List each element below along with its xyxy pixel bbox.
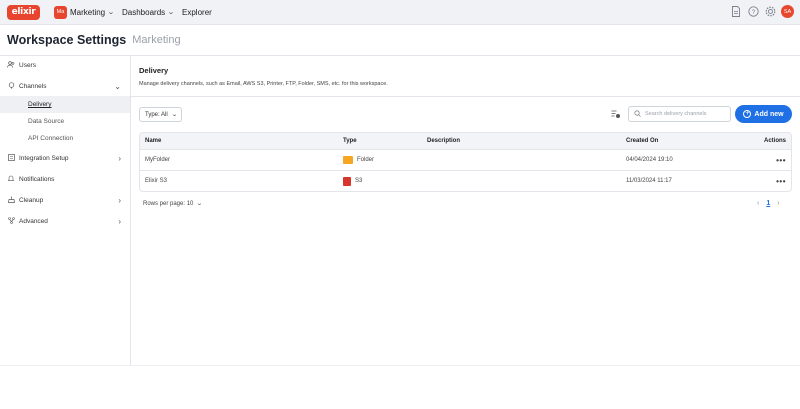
cell-type: Folder xyxy=(343,156,374,164)
advanced-icon xyxy=(6,216,16,226)
chevron-down-icon: ⌄ xyxy=(171,112,178,118)
sidebar-subitem-data-source[interactable]: Data Source xyxy=(0,113,130,130)
cell-type-label: Folder xyxy=(357,157,375,163)
chevron-down-icon: ⌄ xyxy=(167,9,175,16)
row-actions-menu[interactable]: ••• xyxy=(776,156,786,165)
settings-sidebar: Users Channels ⌄ Delivery Data Source AP… xyxy=(0,56,131,365)
broom-icon xyxy=(6,196,16,205)
help-icon[interactable]: ? xyxy=(747,6,759,18)
sidebar-item-integration-setup[interactable]: Integration Setup › xyxy=(0,149,130,167)
main-content: Delivery Manage delivery channels, such … xyxy=(131,56,800,365)
cell-created-on: 11/03/2024 11:17 xyxy=(626,178,672,184)
add-new-button[interactable]: + Add new xyxy=(735,105,792,123)
delivery-channels-table: Name Type Description Created On Actions… xyxy=(139,132,792,192)
next-page-icon[interactable]: › xyxy=(777,200,779,207)
chevron-down-icon: ⌄ xyxy=(107,9,115,16)
cell-name: Elixir S3 xyxy=(145,178,168,184)
top-icons: ? SA xyxy=(730,5,794,18)
rows-per-page-label: Rows per page: 10 xyxy=(143,200,194,207)
column-header-name[interactable]: Name xyxy=(145,138,161,144)
table-header: Name Type Description Created On Actions xyxy=(140,133,791,149)
sidebar-item-users[interactable]: Users xyxy=(0,56,130,74)
settings-icon[interactable] xyxy=(764,6,776,18)
sidebar-item-label: Cleanup xyxy=(19,196,44,204)
svg-text:?: ? xyxy=(751,9,755,16)
users-icon xyxy=(6,60,16,70)
dashboards-menu[interactable]: Dashboards ⌄ xyxy=(122,7,175,17)
channels-icon xyxy=(6,81,16,91)
sidebar-item-label: Notifications xyxy=(19,175,55,183)
sidebar-subitem-delivery[interactable]: Delivery xyxy=(0,96,130,113)
sidebar-item-cleanup[interactable]: Cleanup › xyxy=(0,191,130,209)
type-filter-label: Type: All xyxy=(145,111,168,118)
sidebar-subitem-api-connection[interactable]: API Connection xyxy=(0,130,130,147)
search-icon xyxy=(634,109,641,119)
row-actions-menu[interactable]: ••• xyxy=(776,177,786,186)
column-header-created-on[interactable]: Created On xyxy=(626,138,658,144)
column-header-description[interactable]: Description xyxy=(427,138,460,144)
page-title: Workspace Settings xyxy=(7,33,127,47)
cell-type-label: S3 xyxy=(355,178,363,184)
page-subtitle: Marketing xyxy=(132,34,181,46)
pagination: ‹ 1 › xyxy=(757,200,780,207)
table-row[interactable]: MyFolder Folder 04/04/2024 19:10 ••• xyxy=(140,149,791,170)
s3-bucket-icon xyxy=(343,176,351,186)
column-header-actions: Actions xyxy=(763,138,786,144)
chevron-right-icon: › xyxy=(118,153,121,163)
divider xyxy=(131,96,800,97)
prev-page-icon[interactable]: ‹ xyxy=(757,200,759,207)
app-logo[interactable]: elixir xyxy=(7,4,40,20)
workspace-label: Marketing xyxy=(70,7,106,17)
page-header: Workspace Settings Marketing xyxy=(0,25,800,56)
dashboards-label: Dashboards xyxy=(122,7,166,17)
explorer-link[interactable]: Explorer xyxy=(182,8,212,17)
sidebar-item-advanced[interactable]: Advanced › xyxy=(0,212,130,230)
top-bar: elixir Ma Marketing ⌄ Dashboards ⌄ Explo… xyxy=(0,0,800,25)
cell-type: S3 xyxy=(343,176,363,186)
chevron-right-icon: › xyxy=(118,216,121,226)
add-new-label: Add new xyxy=(754,110,784,118)
workspace-badge[interactable]: Ma xyxy=(54,5,67,19)
chevron-down-icon: ⌄ xyxy=(114,81,121,91)
section-description: Manage delivery channels, such as Email,… xyxy=(139,81,388,87)
sidebar-item-label: Integration Setup xyxy=(19,154,69,162)
filter-settings-icon[interactable] xyxy=(611,110,622,120)
table-row[interactable]: Elixir S3 S3 11/03/2024 11:17 ••• xyxy=(140,170,791,191)
divider xyxy=(0,365,800,366)
page-number[interactable]: 1 xyxy=(766,200,770,207)
sidebar-item-notifications[interactable]: Notifications xyxy=(0,170,130,188)
plus-icon: + xyxy=(743,110,752,118)
folder-icon xyxy=(343,156,353,164)
workspace-selector[interactable]: Marketing ⌄ xyxy=(70,7,115,17)
bell-icon xyxy=(6,175,16,184)
rows-per-page-selector[interactable]: Rows per page: 10 ⌄ xyxy=(143,200,204,208)
sidebar-item-label: Advanced xyxy=(19,217,48,225)
integration-icon xyxy=(6,153,16,163)
chevron-right-icon: › xyxy=(118,195,121,205)
column-header-type[interactable]: Type xyxy=(343,138,357,144)
section-title: Delivery xyxy=(139,66,169,75)
cell-created-on: 04/04/2024 19:10 xyxy=(626,157,673,163)
chevron-down-icon: ⌄ xyxy=(196,201,204,207)
user-avatar[interactable]: SA xyxy=(781,5,794,18)
report-icon[interactable] xyxy=(730,6,742,18)
search-input[interactable] xyxy=(645,111,725,117)
sidebar-item-channels[interactable]: Channels ⌄ xyxy=(0,77,130,95)
type-filter-dropdown[interactable]: Type: All ⌄ xyxy=(139,107,182,122)
sidebar-item-label: Channels xyxy=(19,82,47,90)
cell-name: MyFolder xyxy=(145,157,171,163)
search-field[interactable] xyxy=(628,106,731,122)
sidebar-item-label: Users xyxy=(19,61,36,69)
